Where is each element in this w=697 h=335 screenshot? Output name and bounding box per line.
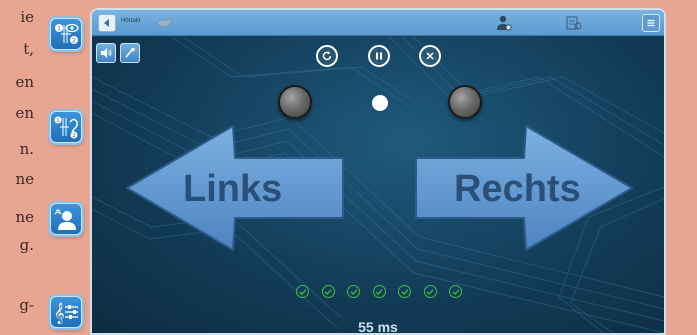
left-arrow-button[interactable]: Links — [121, 122, 349, 259]
menu-icon — [647, 19, 655, 27]
back-arrow-icon — [104, 19, 109, 27]
text-fragment: n. — [19, 140, 34, 158]
timing-label: 55 ms — [358, 319, 398, 335]
text-fragment: ie — [20, 8, 34, 26]
check-icon — [296, 285, 309, 298]
listener-tile[interactable] — [50, 203, 82, 235]
text-fragment: ne — [15, 208, 34, 226]
text-fragment: en — [15, 73, 34, 91]
progress-checks — [296, 285, 462, 301]
center-dot — [372, 95, 388, 111]
back-button[interactable] — [98, 14, 116, 32]
left-arrow-label: Links — [183, 168, 283, 210]
right-ball — [448, 85, 482, 119]
text-fragment: ne — [15, 170, 34, 188]
document-text-strip: ie t, en en n. ne ne g. g- — [0, 0, 40, 335]
mic-button[interactable] — [120, 43, 140, 63]
eye-notes-tile[interactable]: 1 2 — [50, 18, 82, 50]
pause-button[interactable] — [368, 45, 390, 67]
text-fragment: en — [15, 104, 34, 122]
app-window: Hörtakt Links Rechts 55 ms — [90, 8, 666, 335]
svg-text:1: 1 — [56, 118, 60, 124]
exercise-area: Links Rechts 55 ms — [92, 37, 664, 335]
pause-icon — [376, 52, 382, 60]
text-fragment: t, — [23, 40, 34, 58]
check-icon — [347, 285, 360, 298]
listener-icon — [54, 209, 76, 230]
top-bar: Hörtakt — [92, 10, 664, 36]
clef-sliders-tile[interactable]: 𝄞 — [50, 296, 82, 328]
text-fragment: g. — [19, 236, 34, 254]
user-settings-icon[interactable] — [496, 14, 512, 32]
speaker-button[interactable] — [96, 43, 116, 63]
check-icon — [372, 285, 386, 298]
check-icon — [321, 285, 335, 298]
close-icon — [426, 52, 434, 60]
svg-text:𝄞: 𝄞 — [54, 303, 65, 324]
clef-sliders-icon: 𝄞 — [54, 303, 78, 324]
check-icon — [449, 285, 462, 298]
restart-button[interactable] — [316, 45, 338, 67]
text-fragment: g- — [19, 296, 34, 314]
ear-notes-tile[interactable]: 1 2 — [50, 111, 82, 143]
bird-icon[interactable] — [156, 17, 174, 29]
right-arrow-label: Rechts — [454, 168, 581, 210]
app-title: Hörtakt — [121, 18, 141, 24]
ear-notes-icon: 1 2 — [54, 116, 78, 139]
right-arrow-button[interactable]: Rechts — [410, 122, 638, 259]
menu-button[interactable] — [642, 14, 660, 32]
eye-notes-icon: 1 2 — [55, 23, 79, 45]
svg-text:2: 2 — [72, 133, 76, 139]
close-button[interactable] — [419, 45, 441, 67]
mic-icon — [125, 47, 135, 58]
check-icon — [423, 285, 437, 298]
restart-icon — [322, 51, 332, 61]
info-icon[interactable] — [566, 15, 582, 31]
svg-text:1: 1 — [57, 26, 61, 33]
svg-text:2: 2 — [72, 38, 76, 45]
check-icon — [398, 285, 411, 298]
speaker-icon — [101, 48, 112, 58]
left-ball — [278, 85, 312, 119]
